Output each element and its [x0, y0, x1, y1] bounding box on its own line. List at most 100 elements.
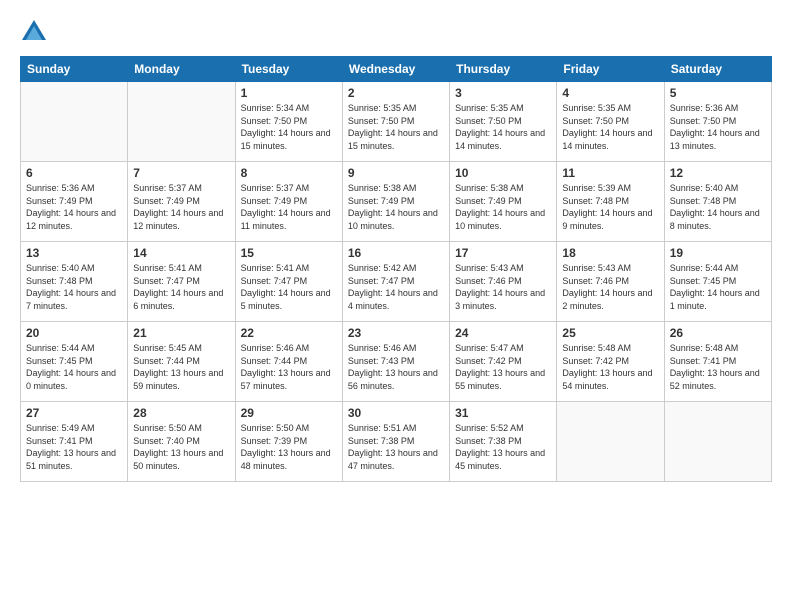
day-number: 24 — [455, 326, 551, 340]
day-info: Sunrise: 5:42 AMSunset: 7:47 PMDaylight:… — [348, 262, 444, 312]
day-info: Sunrise: 5:38 AMSunset: 7:49 PMDaylight:… — [455, 182, 551, 232]
day-info: Sunrise: 5:50 AMSunset: 7:39 PMDaylight:… — [241, 422, 337, 472]
day-number: 18 — [562, 246, 658, 260]
day-info: Sunrise: 5:45 AMSunset: 7:44 PMDaylight:… — [133, 342, 229, 392]
calendar-cell: 28 Sunrise: 5:50 AMSunset: 7:40 PMDayligh… — [128, 402, 235, 482]
calendar-cell: 2 Sunrise: 5:35 AMSunset: 7:50 PMDaylight… — [342, 82, 449, 162]
day-info: Sunrise: 5:41 AMSunset: 7:47 PMDaylight:… — [241, 262, 337, 312]
calendar-cell: 10Sunrise: 5:38 AMSunset: 7:49 PMDayligh… — [450, 162, 557, 242]
calendar-cell: 5 Sunrise: 5:36 AMSunset: 7:50 PMDaylight… — [664, 82, 771, 162]
day-info: Sunrise: 5:44 AMSunset: 7:45 PMDaylight:… — [670, 262, 766, 312]
day-number: 15 — [241, 246, 337, 260]
calendar-cell: 12 Sunrise: 5:40 AMSunset: 7:48 PMDayligh… — [664, 162, 771, 242]
calendar-cell: 30 Sunrise: 5:51 AMSunset: 7:38 PMDayligh… — [342, 402, 449, 482]
calendar-cell: 1 Sunrise: 5:34 AMSunset: 7:50 PMDaylight… — [235, 82, 342, 162]
calendar-week-row: 13Sunrise: 5:40 AMSunset: 7:48 PMDayligh… — [21, 242, 772, 322]
calendar-table: SundayMondayTuesdayWednesdayThursdayFrid… — [20, 56, 772, 482]
day-number: 1 — [241, 86, 337, 100]
day-number: 9 — [348, 166, 444, 180]
day-info: Sunrise: 5:49 AMSunset: 7:41 PMDaylight:… — [26, 422, 122, 472]
day-number: 3 — [455, 86, 551, 100]
day-number: 5 — [670, 86, 766, 100]
day-info: Sunrise: 5:46 AMSunset: 7:44 PMDaylight:… — [241, 342, 337, 392]
calendar-cell: 9 Sunrise: 5:38 AMSunset: 7:49 PMDaylight… — [342, 162, 449, 242]
calendar-cell — [128, 82, 235, 162]
day-info: Sunrise: 5:36 AMSunset: 7:49 PMDaylight:… — [26, 182, 122, 232]
calendar-week-row: 1 Sunrise: 5:34 AMSunset: 7:50 PMDaylight… — [21, 82, 772, 162]
day-info: Sunrise: 5:46 AMSunset: 7:43 PMDaylight:… — [348, 342, 444, 392]
calendar-week-row: 20 Sunrise: 5:44 AMSunset: 7:45 PMDayligh… — [21, 322, 772, 402]
day-info: Sunrise: 5:35 AMSunset: 7:50 PMDaylight:… — [562, 102, 658, 152]
day-number: 7 — [133, 166, 229, 180]
calendar-cell: 6 Sunrise: 5:36 AMSunset: 7:49 PMDaylight… — [21, 162, 128, 242]
day-info: Sunrise: 5:50 AMSunset: 7:40 PMDaylight:… — [133, 422, 229, 472]
day-info: Sunrise: 5:44 AMSunset: 7:45 PMDaylight:… — [26, 342, 122, 392]
day-number: 2 — [348, 86, 444, 100]
day-info: Sunrise: 5:48 AMSunset: 7:41 PMDaylight:… — [670, 342, 766, 392]
calendar-header-saturday: Saturday — [664, 57, 771, 82]
calendar-cell — [557, 402, 664, 482]
calendar-cell: 11 Sunrise: 5:39 AMSunset: 7:48 PMDayligh… — [557, 162, 664, 242]
day-number: 25 — [562, 326, 658, 340]
day-info: Sunrise: 5:41 AMSunset: 7:47 PMDaylight:… — [133, 262, 229, 312]
day-info: Sunrise: 5:43 AMSunset: 7:46 PMDaylight:… — [455, 262, 551, 312]
calendar-header-wednesday: Wednesday — [342, 57, 449, 82]
calendar-header-sunday: Sunday — [21, 57, 128, 82]
day-info: Sunrise: 5:38 AMSunset: 7:49 PMDaylight:… — [348, 182, 444, 232]
calendar-cell: 14 Sunrise: 5:41 AMSunset: 7:47 PMDayligh… — [128, 242, 235, 322]
day-number: 30 — [348, 406, 444, 420]
day-number: 22 — [241, 326, 337, 340]
calendar-header-thursday: Thursday — [450, 57, 557, 82]
day-number: 19 — [670, 246, 766, 260]
day-info: Sunrise: 5:48 AMSunset: 7:42 PMDaylight:… — [562, 342, 658, 392]
day-info: Sunrise: 5:37 AMSunset: 7:49 PMDaylight:… — [133, 182, 229, 232]
calendar-cell: 20 Sunrise: 5:44 AMSunset: 7:45 PMDayligh… — [21, 322, 128, 402]
calendar-cell: 7 Sunrise: 5:37 AMSunset: 7:49 PMDaylight… — [128, 162, 235, 242]
day-info: Sunrise: 5:40 AMSunset: 7:48 PMDaylight:… — [670, 182, 766, 232]
calendar-week-row: 6 Sunrise: 5:36 AMSunset: 7:49 PMDaylight… — [21, 162, 772, 242]
calendar-cell: 19 Sunrise: 5:44 AMSunset: 7:45 PMDayligh… — [664, 242, 771, 322]
day-info: Sunrise: 5:36 AMSunset: 7:50 PMDaylight:… — [670, 102, 766, 152]
day-number: 21 — [133, 326, 229, 340]
day-info: Sunrise: 5:47 AMSunset: 7:42 PMDaylight:… — [455, 342, 551, 392]
day-info: Sunrise: 5:40 AMSunset: 7:48 PMDaylight:… — [26, 262, 122, 312]
day-info: Sunrise: 5:52 AMSunset: 7:38 PMDaylight:… — [455, 422, 551, 472]
day-number: 12 — [670, 166, 766, 180]
day-info: Sunrise: 5:37 AMSunset: 7:49 PMDaylight:… — [241, 182, 337, 232]
calendar-cell: 18Sunrise: 5:43 AMSunset: 7:46 PMDayligh… — [557, 242, 664, 322]
calendar-header-friday: Friday — [557, 57, 664, 82]
day-number: 28 — [133, 406, 229, 420]
logo-icon — [20, 18, 48, 46]
calendar-cell: 21 Sunrise: 5:45 AMSunset: 7:44 PMDayligh… — [128, 322, 235, 402]
calendar-header-tuesday: Tuesday — [235, 57, 342, 82]
day-number: 8 — [241, 166, 337, 180]
day-number: 26 — [670, 326, 766, 340]
day-info: Sunrise: 5:35 AMSunset: 7:50 PMDaylight:… — [455, 102, 551, 152]
calendar-cell: 8 Sunrise: 5:37 AMSunset: 7:49 PMDaylight… — [235, 162, 342, 242]
day-info: Sunrise: 5:35 AMSunset: 7:50 PMDaylight:… — [348, 102, 444, 152]
day-number: 16 — [348, 246, 444, 260]
header — [20, 18, 772, 46]
calendar-cell: 17 Sunrise: 5:43 AMSunset: 7:46 PMDayligh… — [450, 242, 557, 322]
day-number: 31 — [455, 406, 551, 420]
calendar-cell: 25 Sunrise: 5:48 AMSunset: 7:42 PMDayligh… — [557, 322, 664, 402]
calendar-cell: 16 Sunrise: 5:42 AMSunset: 7:47 PMDayligh… — [342, 242, 449, 322]
day-info: Sunrise: 5:34 AMSunset: 7:50 PMDaylight:… — [241, 102, 337, 152]
calendar-cell: 22 Sunrise: 5:46 AMSunset: 7:44 PMDayligh… — [235, 322, 342, 402]
calendar-cell: 31 Sunrise: 5:52 AMSunset: 7:38 PMDayligh… — [450, 402, 557, 482]
day-number: 20 — [26, 326, 122, 340]
calendar-cell: 15 Sunrise: 5:41 AMSunset: 7:47 PMDayligh… — [235, 242, 342, 322]
calendar-cell: 3 Sunrise: 5:35 AMSunset: 7:50 PMDaylight… — [450, 82, 557, 162]
day-number: 11 — [562, 166, 658, 180]
day-info: Sunrise: 5:39 AMSunset: 7:48 PMDaylight:… — [562, 182, 658, 232]
day-number: 6 — [26, 166, 122, 180]
calendar-cell: 4Sunrise: 5:35 AMSunset: 7:50 PMDaylight… — [557, 82, 664, 162]
day-info: Sunrise: 5:51 AMSunset: 7:38 PMDaylight:… — [348, 422, 444, 472]
calendar-cell: 26 Sunrise: 5:48 AMSunset: 7:41 PMDayligh… — [664, 322, 771, 402]
day-number: 14 — [133, 246, 229, 260]
calendar-cell: 23Sunrise: 5:46 AMSunset: 7:43 PMDayligh… — [342, 322, 449, 402]
day-number: 17 — [455, 246, 551, 260]
calendar-cell: 29Sunrise: 5:50 AMSunset: 7:39 PMDayligh… — [235, 402, 342, 482]
calendar-cell: 13Sunrise: 5:40 AMSunset: 7:48 PMDayligh… — [21, 242, 128, 322]
calendar-cell: 27Sunrise: 5:49 AMSunset: 7:41 PMDayligh… — [21, 402, 128, 482]
